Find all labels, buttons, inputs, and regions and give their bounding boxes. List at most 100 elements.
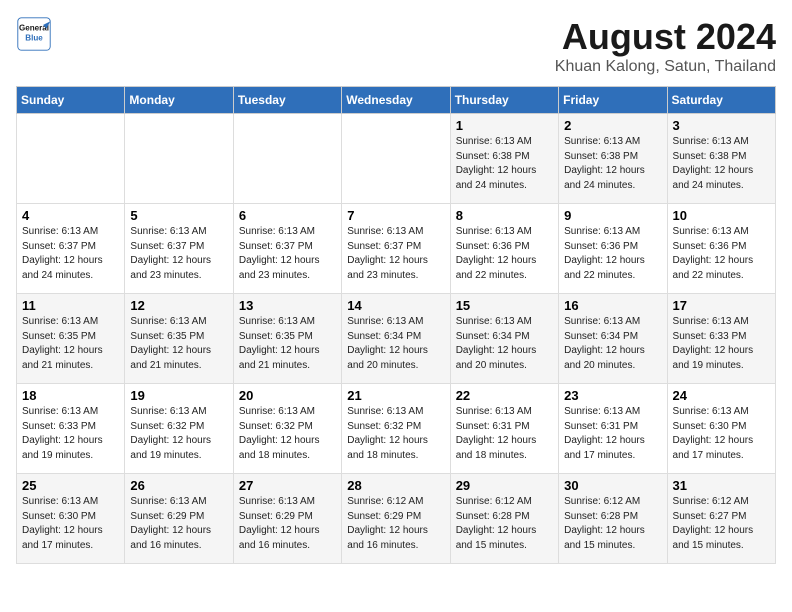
calendar-cell: 19 Sunrise: 6:13 AM Sunset: 6:32 PM Dayli… bbox=[125, 384, 233, 474]
calendar-week-row: 11 Sunrise: 6:13 AM Sunset: 6:35 PM Dayli… bbox=[17, 294, 776, 384]
day-info: Sunrise: 6:12 AM Sunset: 6:28 PM Dayligh… bbox=[456, 495, 553, 553]
day-number: 14 bbox=[347, 298, 444, 313]
calendar-cell: 18 Sunrise: 6:13 AM Sunset: 6:33 PM Dayli… bbox=[17, 384, 125, 474]
logo-icon: General Blue bbox=[16, 16, 52, 52]
day-number: 18 bbox=[22, 388, 119, 403]
day-number: 20 bbox=[239, 388, 336, 403]
page-subtitle: Khuan Kalong, Satun, Thailand bbox=[555, 58, 776, 76]
day-number: 19 bbox=[130, 388, 227, 403]
day-number: 21 bbox=[347, 388, 444, 403]
logo: General Blue bbox=[16, 16, 52, 52]
day-number: 17 bbox=[673, 298, 770, 313]
day-number: 24 bbox=[673, 388, 770, 403]
calendar-cell: 6Sunrise: 6:13 AM Sunset: 6:37 PM Daylig… bbox=[233, 204, 341, 294]
day-info: Sunrise: 6:12 AM Sunset: 6:27 PM Dayligh… bbox=[673, 495, 770, 553]
day-info: Sunrise: 6:13 AM Sunset: 6:38 PM Dayligh… bbox=[456, 135, 553, 193]
calendar-cell: 5 Sunrise: 6:13 AM Sunset: 6:37 PM Daylig… bbox=[125, 204, 233, 294]
svg-text:Blue: Blue bbox=[25, 33, 43, 42]
weekday-header-saturday: Saturday bbox=[667, 87, 775, 114]
day-info: Sunrise: 6:12 AM Sunset: 6:28 PM Dayligh… bbox=[564, 495, 661, 553]
day-number: 12 bbox=[130, 298, 227, 313]
day-info: Sunrise: 6:13 AM Sunset: 6:31 PM Dayligh… bbox=[564, 405, 661, 463]
calendar-cell: 13 Sunrise: 6:13 AM Sunset: 6:35 PM Dayli… bbox=[233, 294, 341, 384]
day-info: Sunrise: 6:13 AM Sunset: 6:37 PM Dayligh… bbox=[239, 225, 336, 283]
day-info: Sunrise: 6:13 AM Sunset: 6:30 PM Dayligh… bbox=[22, 495, 119, 553]
weekday-header-monday: Monday bbox=[125, 87, 233, 114]
day-info: Sunrise: 6:13 AM Sunset: 6:38 PM Dayligh… bbox=[673, 135, 770, 193]
day-number: 9 bbox=[564, 208, 661, 223]
calendar-cell: 9Sunrise: 6:13 AM Sunset: 6:36 PM Daylig… bbox=[559, 204, 667, 294]
day-info: Sunrise: 6:13 AM Sunset: 6:37 PM Dayligh… bbox=[347, 225, 444, 283]
day-number: 26 bbox=[130, 478, 227, 493]
calendar-week-row: 25 Sunrise: 6:13 AM Sunset: 6:30 PM Dayli… bbox=[17, 474, 776, 564]
day-number: 5 bbox=[130, 208, 227, 223]
day-number: 30 bbox=[564, 478, 661, 493]
calendar-cell: 30 Sunrise: 6:12 AM Sunset: 6:28 PM Dayli… bbox=[559, 474, 667, 564]
page-title: August 2024 bbox=[555, 16, 776, 58]
day-info: Sunrise: 6:13 AM Sunset: 6:31 PM Dayligh… bbox=[456, 405, 553, 463]
day-info: Sunrise: 6:13 AM Sunset: 6:36 PM Dayligh… bbox=[456, 225, 553, 283]
day-number: 16 bbox=[564, 298, 661, 313]
day-number: 13 bbox=[239, 298, 336, 313]
calendar-cell: 16 Sunrise: 6:13 AM Sunset: 6:34 PM Dayli… bbox=[559, 294, 667, 384]
day-info: Sunrise: 6:13 AM Sunset: 6:34 PM Dayligh… bbox=[564, 315, 661, 373]
calendar-cell: 10 Sunrise: 6:13 AM Sunset: 6:36 PM Dayli… bbox=[667, 204, 775, 294]
day-info: Sunrise: 6:13 AM Sunset: 6:33 PM Dayligh… bbox=[22, 405, 119, 463]
day-number: 7 bbox=[347, 208, 444, 223]
calendar-table: SundayMondayTuesdayWednesdayThursdayFrid… bbox=[16, 86, 776, 564]
day-number: 4 bbox=[22, 208, 119, 223]
calendar-week-row: 18 Sunrise: 6:13 AM Sunset: 6:33 PM Dayli… bbox=[17, 384, 776, 474]
day-number: 25 bbox=[22, 478, 119, 493]
calendar-cell: 12 Sunrise: 6:13 AM Sunset: 6:35 PM Dayli… bbox=[125, 294, 233, 384]
calendar-cell: 4 Sunrise: 6:13 AM Sunset: 6:37 PM Daylig… bbox=[17, 204, 125, 294]
day-number: 29 bbox=[456, 478, 553, 493]
calendar-cell: 25 Sunrise: 6:13 AM Sunset: 6:30 PM Dayli… bbox=[17, 474, 125, 564]
day-info: Sunrise: 6:13 AM Sunset: 6:32 PM Dayligh… bbox=[347, 405, 444, 463]
day-number: 22 bbox=[456, 388, 553, 403]
day-number: 15 bbox=[456, 298, 553, 313]
weekday-header-thursday: Thursday bbox=[450, 87, 558, 114]
day-number: 27 bbox=[239, 478, 336, 493]
calendar-cell: 21 Sunrise: 6:13 AM Sunset: 6:32 PM Dayli… bbox=[342, 384, 450, 474]
calendar-cell: 27 Sunrise: 6:13 AM Sunset: 6:29 PM Dayli… bbox=[233, 474, 341, 564]
day-number: 8 bbox=[456, 208, 553, 223]
day-info: Sunrise: 6:13 AM Sunset: 6:37 PM Dayligh… bbox=[130, 225, 227, 283]
calendar-cell: 24 Sunrise: 6:13 AM Sunset: 6:30 PM Dayli… bbox=[667, 384, 775, 474]
day-number: 11 bbox=[22, 298, 119, 313]
day-info: Sunrise: 6:13 AM Sunset: 6:35 PM Dayligh… bbox=[22, 315, 119, 373]
day-info: Sunrise: 6:13 AM Sunset: 6:36 PM Dayligh… bbox=[673, 225, 770, 283]
day-info: Sunrise: 6:13 AM Sunset: 6:32 PM Dayligh… bbox=[130, 405, 227, 463]
calendar-cell: 26 Sunrise: 6:13 AM Sunset: 6:29 PM Dayli… bbox=[125, 474, 233, 564]
day-info: Sunrise: 6:13 AM Sunset: 6:37 PM Dayligh… bbox=[22, 225, 119, 283]
calendar-week-row: 1 Sunrise: 6:13 AM Sunset: 6:38 PM Daylig… bbox=[17, 114, 776, 204]
calendar-cell: 3Sunrise: 6:13 AM Sunset: 6:38 PM Daylig… bbox=[667, 114, 775, 204]
calendar-cell: 11 Sunrise: 6:13 AM Sunset: 6:35 PM Dayli… bbox=[17, 294, 125, 384]
calendar-cell: 31 Sunrise: 6:12 AM Sunset: 6:27 PM Dayli… bbox=[667, 474, 775, 564]
day-info: Sunrise: 6:13 AM Sunset: 6:30 PM Dayligh… bbox=[673, 405, 770, 463]
day-number: 31 bbox=[673, 478, 770, 493]
calendar-cell bbox=[125, 114, 233, 204]
calendar-cell: 17Sunrise: 6:13 AM Sunset: 6:33 PM Dayli… bbox=[667, 294, 775, 384]
calendar-cell: 22 Sunrise: 6:13 AM Sunset: 6:31 PM Dayli… bbox=[450, 384, 558, 474]
day-info: Sunrise: 6:13 AM Sunset: 6:29 PM Dayligh… bbox=[130, 495, 227, 553]
weekday-header-row: SundayMondayTuesdayWednesdayThursdayFrid… bbox=[17, 87, 776, 114]
calendar-cell: 29 Sunrise: 6:12 AM Sunset: 6:28 PM Dayli… bbox=[450, 474, 558, 564]
calendar-cell bbox=[233, 114, 341, 204]
weekday-header-sunday: Sunday bbox=[17, 87, 125, 114]
calendar-cell: 7 Sunrise: 6:13 AM Sunset: 6:37 PM Daylig… bbox=[342, 204, 450, 294]
day-info: Sunrise: 6:13 AM Sunset: 6:35 PM Dayligh… bbox=[239, 315, 336, 373]
title-block: August 2024 Khuan Kalong, Satun, Thailan… bbox=[555, 16, 776, 76]
weekday-header-wednesday: Wednesday bbox=[342, 87, 450, 114]
day-info: Sunrise: 6:12 AM Sunset: 6:29 PM Dayligh… bbox=[347, 495, 444, 553]
day-number: 10 bbox=[673, 208, 770, 223]
calendar-cell: 15Sunrise: 6:13 AM Sunset: 6:34 PM Dayli… bbox=[450, 294, 558, 384]
calendar-cell: 28Sunrise: 6:12 AM Sunset: 6:29 PM Dayli… bbox=[342, 474, 450, 564]
day-number: 1 bbox=[456, 118, 553, 133]
calendar-cell bbox=[342, 114, 450, 204]
day-number: 2 bbox=[564, 118, 661, 133]
calendar-week-row: 4 Sunrise: 6:13 AM Sunset: 6:37 PM Daylig… bbox=[17, 204, 776, 294]
day-info: Sunrise: 6:13 AM Sunset: 6:29 PM Dayligh… bbox=[239, 495, 336, 553]
day-info: Sunrise: 6:13 AM Sunset: 6:32 PM Dayligh… bbox=[239, 405, 336, 463]
day-info: Sunrise: 6:13 AM Sunset: 6:35 PM Dayligh… bbox=[130, 315, 227, 373]
page-header: General Blue August 2024 Khuan Kalong, S… bbox=[16, 16, 776, 76]
